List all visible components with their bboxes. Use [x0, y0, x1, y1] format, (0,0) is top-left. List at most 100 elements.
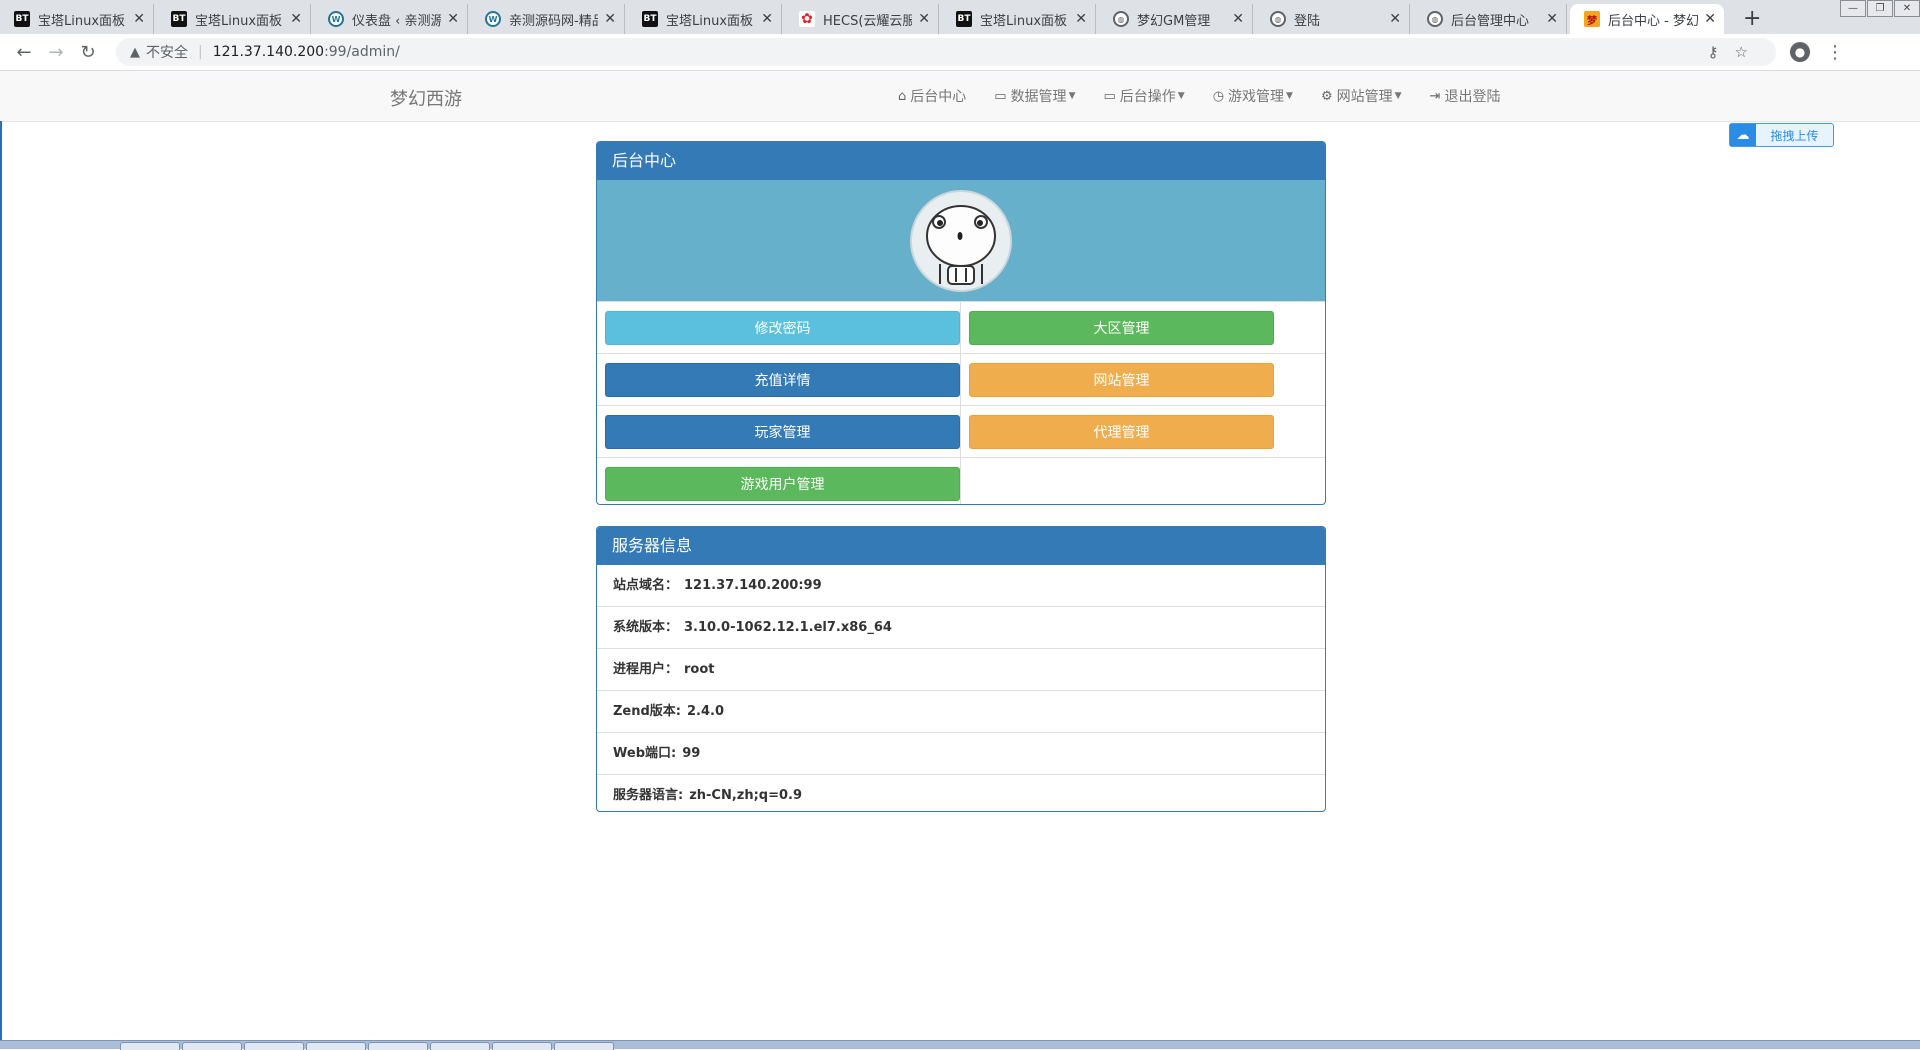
nav-item-site[interactable]: ⚙ 网站管理 ▼: [1321, 86, 1402, 106]
minimize-icon[interactable]: —: [1840, 0, 1866, 17]
window-controls: — ❐ ✕: [1839, 0, 1920, 17]
nav-label: 后台操作: [1119, 89, 1176, 105]
forward-arrow-icon[interactable]: →: [40, 42, 72, 63]
admin-button-grid: 修改密码 大区管理 充值详情 网站管理 玩家管理 代理管理 游戏用户管理: [597, 301, 1325, 504]
new-tab-button[interactable]: +: [1743, 4, 1761, 34]
url-input[interactable]: ▲ 不安全 | 121.37.140.200 :99/admin/ ⚷☆: [116, 38, 1776, 66]
warning-triangle-icon: ▲: [130, 44, 140, 60]
key-and-star-icons: ⚷☆: [1708, 43, 1764, 61]
game-icon: 梦: [1584, 11, 1600, 27]
close-icon[interactable]: ✕: [918, 11, 930, 27]
browser-tab[interactable]: ◍ 登陆 ✕: [1256, 4, 1410, 34]
bt-icon: BT: [642, 11, 658, 27]
button-row: 游戏用户管理: [597, 457, 1325, 504]
button-cell: 充值详情: [597, 354, 961, 405]
close-icon[interactable]: ✕: [1075, 11, 1087, 27]
star-icon[interactable]: ☆: [1735, 43, 1764, 61]
browser-tab[interactable]: BT 宝塔Linux面板 ✕: [628, 4, 782, 34]
close-icon[interactable]: ✕: [604, 11, 616, 27]
nav-item-backend-ops[interactable]: ▭ 后台操作 ▼: [1103, 86, 1184, 106]
close-icon[interactable]: ✕: [447, 11, 459, 27]
admin-center-panel: 后台中心 修改密码 大区管理 充值详情 网站管理 玩家管理 代理管理 游戏用户管…: [596, 141, 1326, 505]
change-password-button[interactable]: 修改密码: [605, 310, 960, 345]
nav-item-logout[interactable]: ⇥ 退出登陆: [1430, 86, 1501, 106]
address-bar: ← → ↻ ▲ 不安全 | 121.37.140.200 :99/admin/ …: [0, 34, 1920, 71]
close-icon[interactable]: ✕: [133, 11, 145, 27]
agent-manage-button[interactable]: 代理管理: [969, 414, 1274, 449]
server-info-row: Web端口: 99: [597, 732, 1325, 774]
tab-title: 宝塔Linux面板: [38, 13, 126, 29]
browser-tab-active[interactable]: 梦 后台中心 - 梦幻西 ✕: [1570, 4, 1724, 34]
tab-title: 宝塔Linux面板: [980, 13, 1068, 29]
site-navbar: 梦幻西游 ⌂ 后台中心 ▭ 数据管理 ▼ ▭ 后台操作 ▼ ◷ 游戏管理 ▼ ⚙…: [0, 71, 1920, 122]
browser-tab[interactable]: BT 宝塔Linux面板 ✕: [0, 4, 154, 34]
caret-down-icon: ▼: [1286, 91, 1293, 101]
recharge-detail-button[interactable]: 充值详情: [605, 362, 960, 397]
server-info-list: 站点域名： 121.37.140.200:99 系统版本： 3.10.0-1062.…: [597, 565, 1325, 811]
wordpress-icon: W: [328, 11, 344, 27]
globe-icon: ◍: [1113, 11, 1129, 27]
nav-label: 网站管理: [1336, 89, 1393, 105]
browser-tab[interactable]: W 亲测源码网-精品 ✕: [471, 4, 625, 34]
button-row: 修改密码 大区管理: [597, 301, 1325, 353]
button-cell: [961, 458, 1325, 504]
region-manage-button[interactable]: 大区管理: [969, 310, 1274, 345]
button-row: 充值详情 网站管理: [597, 353, 1325, 405]
taskbar-button[interactable]: [554, 1042, 614, 1050]
browser-tab[interactable]: ◍ 梦幻GM管理 ✕: [1099, 4, 1253, 34]
button-cell: 玩家管理: [597, 406, 961, 457]
back-arrow-icon[interactable]: ←: [8, 42, 40, 63]
button-cell: 修改密码: [597, 302, 961, 353]
taskbar-button[interactable]: [368, 1042, 428, 1050]
player-manage-button[interactable]: 玩家管理: [605, 414, 960, 449]
button-row: 玩家管理 代理管理: [597, 405, 1325, 457]
browser-tab[interactable]: ◍ 后台管理中心 ✕: [1413, 4, 1567, 34]
info-value: 3.10.0-1062.12.1.el7.x86_64: [684, 620, 892, 635]
close-icon[interactable]: ✕: [1546, 11, 1558, 27]
game-user-manage-button[interactable]: 游戏用户管理: [605, 466, 960, 501]
tab-title: 亲测源码网-精品: [509, 13, 599, 29]
browser-tab[interactable]: ✿ HECS(云耀云服务 ✕: [785, 4, 939, 34]
restore-icon[interactable]: ❐: [1867, 0, 1893, 17]
tab-title: 仪表盘 ‹ 亲测源码: [352, 13, 442, 29]
taskbar-button[interactable]: [120, 1042, 180, 1050]
tab-title: 宝塔Linux面板: [666, 13, 754, 29]
browser-tab[interactable]: W 仪表盘 ‹ 亲测源码 ✕: [314, 4, 468, 34]
drag-upload-button[interactable]: ☁ 拖拽上传: [1729, 123, 1834, 147]
taskbar-button[interactable]: [182, 1042, 242, 1050]
nav-item-dashboard[interactable]: ⌂ 后台中心: [898, 86, 966, 106]
browser-tab[interactable]: BT 宝塔Linux面板 ✕: [942, 4, 1096, 34]
server-info-row: Zend版本: 2.4.0: [597, 690, 1325, 732]
tab-title: 宝塔Linux面板: [195, 13, 283, 29]
info-label: Zend版本:: [613, 704, 682, 719]
nav-item-game[interactable]: ◷ 游戏管理 ▼: [1213, 86, 1293, 106]
nav-item-data[interactable]: ▭ 数据管理 ▼: [994, 86, 1075, 106]
tab-title: 后台管理中心: [1451, 13, 1530, 29]
info-label: Web端口:: [613, 746, 677, 761]
more-menu-icon[interactable]: ⋮: [1826, 42, 1844, 63]
taskbar-button[interactable]: [306, 1042, 366, 1050]
close-icon[interactable]: ✕: [1232, 11, 1244, 27]
bt-icon: BT: [14, 11, 30, 27]
key-icon[interactable]: ⚷: [1708, 43, 1735, 61]
taskbar-button[interactable]: [492, 1042, 552, 1050]
site-brand[interactable]: 梦幻西游: [390, 85, 462, 111]
info-label: 系统版本：: [613, 620, 679, 635]
taskbar-button[interactable]: [244, 1042, 304, 1050]
close-icon[interactable]: ✕: [761, 11, 773, 27]
info-value: root: [684, 662, 715, 677]
reload-icon[interactable]: ↻: [72, 42, 104, 63]
info-value: 2.4.0: [687, 704, 725, 719]
browser-tab[interactable]: BT 宝塔Linux面板 ✕: [157, 4, 311, 34]
close-icon[interactable]: ✕: [290, 11, 302, 27]
close-icon[interactable]: ✕: [1704, 11, 1716, 27]
info-value: zh-CN,zh;q=0.9: [689, 788, 803, 803]
window-icon: ▭: [1103, 88, 1116, 104]
button-cell: 游戏用户管理: [597, 458, 961, 504]
taskbar-button[interactable]: [430, 1042, 490, 1050]
site-manage-button[interactable]: 网站管理: [969, 362, 1274, 397]
close-window-icon[interactable]: ✕: [1894, 0, 1920, 17]
account-icon[interactable]: ●: [1790, 42, 1810, 62]
nav-label: 数据管理: [1010, 89, 1067, 105]
close-icon[interactable]: ✕: [1389, 11, 1401, 27]
